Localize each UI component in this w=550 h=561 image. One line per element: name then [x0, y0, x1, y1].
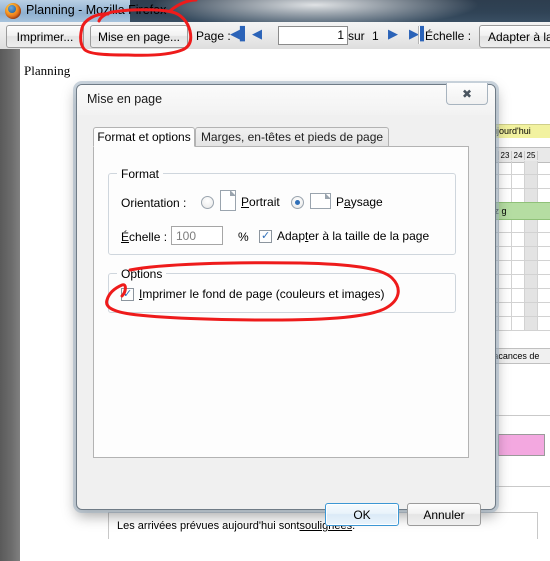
print-button[interactable]: Imprimer... [6, 25, 84, 48]
options-group: Options Imprimer le fond de page (couleu… [108, 267, 456, 313]
tab-marges-entetes-pieds[interactable]: Marges, en-têtes et pieds de page [195, 127, 389, 147]
day-number: 23 [499, 150, 512, 160]
day-number: 25 [525, 150, 538, 160]
options-group-legend: Options [117, 267, 167, 281]
dialog-titlebar: Mise en page ✖ [77, 83, 495, 115]
footer-note-prefix: Les arrivées prévues aujourd'hui sont [117, 520, 300, 532]
next-page-icon[interactable]: ▶ [388, 28, 398, 41]
portrait-page-icon [220, 190, 236, 211]
dialog-tabpanel: Format Orientation : Portrait Paysage Éc… [93, 146, 469, 458]
scale-select[interactable]: Adapter à la p [479, 25, 550, 48]
page-heading: Planning [24, 63, 71, 78]
dialog-body: Format et options Marges, en-têtes et pi… [85, 117, 485, 526]
shrink-to-fit-label[interactable]: Adapter à la taille de la page [277, 229, 429, 243]
firefox-icon [5, 3, 21, 19]
first-page-icon[interactable]: ◀▌ [230, 28, 250, 41]
page-setup-dialog: Mise en page ✖ Format et options Marges,… [76, 83, 496, 526]
toolbar-divider [418, 26, 420, 44]
scale-input[interactable]: 100 [171, 226, 223, 245]
page-setup-button[interactable]: Mise en page... [90, 25, 188, 48]
previous-page-icon[interactable]: ◀ [252, 28, 262, 41]
preview-gutter [0, 49, 20, 561]
checkbox-shrink-to-fit[interactable] [259, 229, 272, 243]
titlebar-glow [150, 0, 480, 22]
format-group-legend: Format [117, 167, 164, 181]
page-label: Page : [196, 29, 231, 43]
ok-button[interactable]: OK [325, 503, 399, 526]
dialog-tabstrip: Format et options Marges, en-têtes et pi… [93, 127, 469, 147]
page-number-input[interactable]: 1 [278, 26, 348, 45]
page-of-label: sur [348, 29, 365, 43]
print-preview-toolbar: Imprimer... Mise en page... Page : ◀▌ ◀ … [0, 22, 550, 50]
window-title: Planning - Mozilla Firefox [26, 3, 167, 17]
total-pages-label: 1 [372, 29, 379, 43]
radio-paysage[interactable] [291, 196, 304, 209]
scale-field-label: Échelle : [121, 230, 168, 244]
format-group: Format Orientation : Portrait Paysage Éc… [108, 167, 456, 255]
preview-page-bottom-area [20, 539, 550, 561]
radio-portrait[interactable] [201, 196, 214, 209]
dialog-title: Mise en page [87, 92, 163, 106]
planning-highlight-block [498, 434, 545, 456]
cancel-button[interactable]: Annuler [407, 503, 481, 526]
close-icon[interactable]: ✖ [446, 83, 488, 105]
orientation-label: Orientation : [121, 196, 187, 210]
checkbox-print-background[interactable] [121, 287, 134, 301]
scale-label: Échelle : [425, 29, 472, 43]
print-background-label[interactable]: Imprimer le fond de page (couleurs et im… [139, 287, 384, 301]
portrait-label[interactable]: Portrait [241, 195, 280, 209]
landscape-page-icon [310, 193, 331, 209]
percent-label: % [238, 230, 249, 244]
paysage-label[interactable]: Paysage [336, 195, 383, 209]
day-number: 24 [512, 150, 525, 160]
tab-format-et-options[interactable]: Format et options [93, 127, 195, 147]
